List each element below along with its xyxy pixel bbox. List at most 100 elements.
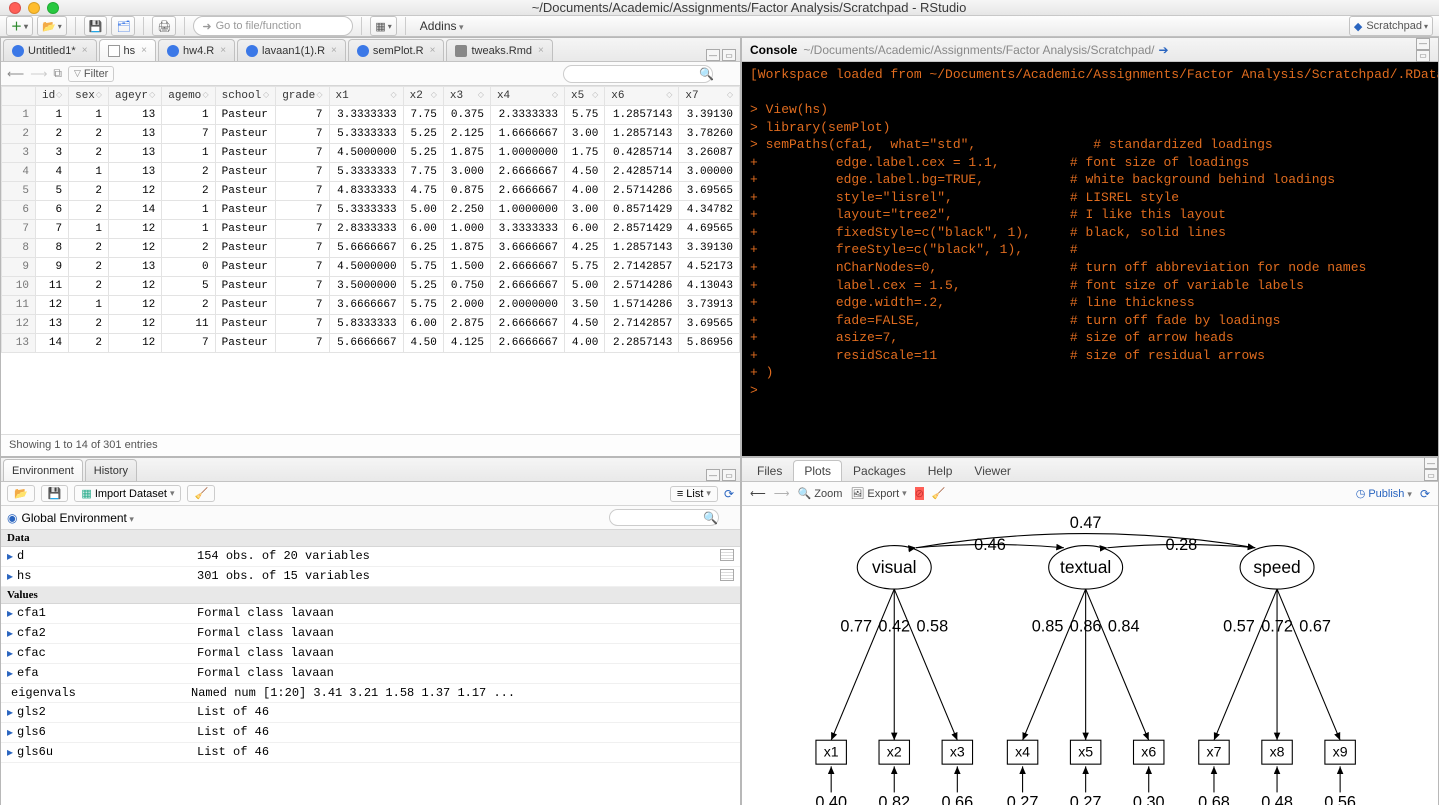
load-workspace-button[interactable]: 📂 xyxy=(7,485,35,502)
data-search-input[interactable] xyxy=(563,65,713,83)
grid-tool-button[interactable]: ▦ xyxy=(370,16,396,36)
column-header[interactable]: x4◇ xyxy=(490,87,564,106)
env-row[interactable]: ▸d154 obs. of 20 variables xyxy=(1,547,740,567)
table-row[interactable]: 121321211Pasteur75.83333336.002.8752.666… xyxy=(2,315,740,334)
expand-icon[interactable]: ▸ xyxy=(7,725,13,740)
table-row[interactable]: 771121Pasteur72.83333336.001.0003.333333… xyxy=(2,220,740,239)
minimize-viewer-button[interactable]: — xyxy=(1424,457,1438,469)
popup-icon[interactable]: ⧉ xyxy=(53,66,62,81)
expand-icon[interactable]: ▸ xyxy=(7,549,13,564)
view-data-icon[interactable] xyxy=(720,569,734,581)
minimize-window-button[interactable] xyxy=(28,2,40,14)
column-header[interactable]: sex◇ xyxy=(69,87,109,106)
env-row[interactable]: eigenvalsNamed num [1:20] 3.41 3.21 1.58… xyxy=(1,684,740,703)
source-tab[interactable]: Untitled1*× xyxy=(3,39,97,61)
new-file-button[interactable]: ＋ xyxy=(6,16,33,36)
maximize-pane-button[interactable]: ▭ xyxy=(722,49,736,61)
filter-button[interactable]: Filter xyxy=(68,66,114,82)
minimize-env-button[interactable]: — xyxy=(706,469,720,481)
expand-icon[interactable]: ▸ xyxy=(7,666,13,681)
tab-environment[interactable]: Environment xyxy=(3,459,83,481)
env-row[interactable]: ▸gls2List of 46 xyxy=(1,703,740,723)
forward-button[interactable]: ⟶ xyxy=(30,67,47,81)
table-row[interactable]: 13142127Pasteur75.66666674.504.1252.6666… xyxy=(2,334,740,353)
column-header[interactable]: x2◇ xyxy=(403,87,443,106)
env-row[interactable]: ▸gls6uList of 46 xyxy=(1,743,740,763)
maximize-env-button[interactable]: ▭ xyxy=(722,469,736,481)
save-workspace-button[interactable]: 💾 xyxy=(41,485,69,502)
env-scope-selector[interactable]: Global Environment xyxy=(21,511,133,525)
column-header[interactable]: x3◇ xyxy=(443,87,490,106)
close-tab-button[interactable]: × xyxy=(331,45,337,56)
table-row[interactable]: 992130Pasteur74.50000005.751.5002.666666… xyxy=(2,258,740,277)
save-all-button[interactable]: 🗂 xyxy=(111,16,135,36)
column-header[interactable]: school◇ xyxy=(215,87,276,106)
prev-plot-button[interactable]: ⟵ xyxy=(750,487,766,500)
remove-plot-button[interactable]: ⊘ xyxy=(915,487,924,500)
expand-icon[interactable]: ▸ xyxy=(7,606,13,621)
expand-icon[interactable]: ▸ xyxy=(7,569,13,584)
viewer-tab-packages[interactable]: Packages xyxy=(842,460,917,481)
zoom-button[interactable]: 🔍 Zoom xyxy=(798,487,843,500)
import-dataset-button[interactable]: ▦Import Dataset xyxy=(74,485,181,502)
source-tab[interactable]: semPlot.R× xyxy=(348,39,445,61)
expand-icon[interactable]: ▸ xyxy=(7,705,13,720)
env-row[interactable]: ▸cfacFormal class lavaan xyxy=(1,644,740,664)
table-row[interactable]: 11121122Pasteur73.66666675.752.0002.0000… xyxy=(2,296,740,315)
close-tab-button[interactable]: × xyxy=(538,45,544,56)
env-row[interactable]: ▸gls6List of 46 xyxy=(1,723,740,743)
column-header[interactable]: x6◇ xyxy=(605,87,679,106)
expand-icon[interactable]: ▸ xyxy=(7,626,13,641)
goto-file-input[interactable]: ➜Go to file/function xyxy=(193,16,353,36)
column-header[interactable]: id◇ xyxy=(36,87,69,106)
tab-history[interactable]: History xyxy=(85,459,137,481)
export-button[interactable]: 🖼 Export xyxy=(850,487,906,500)
open-file-button[interactable]: 📂 xyxy=(37,16,67,36)
table-row[interactable]: 222137Pasteur75.33333335.252.1251.666666… xyxy=(2,125,740,144)
table-row[interactable]: 111131Pasteur73.33333337.750.3752.333333… xyxy=(2,106,740,125)
clear-workspace-button[interactable]: 🧹 xyxy=(187,485,215,502)
close-tab-button[interactable]: × xyxy=(141,45,147,56)
close-window-button[interactable] xyxy=(9,2,21,14)
back-button[interactable]: ⟵ xyxy=(7,67,24,81)
console-go-icon[interactable]: ➔ xyxy=(1159,43,1169,57)
column-header[interactable]: ageyr◇ xyxy=(108,87,161,106)
save-button[interactable]: 💾 xyxy=(84,16,108,36)
table-row[interactable]: 552122Pasteur74.83333334.750.8752.666666… xyxy=(2,182,740,201)
column-header[interactable]: agemo◇ xyxy=(162,87,215,106)
next-plot-button[interactable]: ⟶ xyxy=(774,487,790,500)
expand-icon[interactable]: ▸ xyxy=(7,745,13,760)
publish-button[interactable]: ◷ Publish xyxy=(1356,487,1412,500)
viewer-tab-viewer[interactable]: Viewer xyxy=(963,460,1021,481)
print-button[interactable]: 🖨 xyxy=(152,16,176,36)
minimize-pane-button[interactable]: — xyxy=(706,49,720,61)
view-data-icon[interactable] xyxy=(720,549,734,561)
table-row[interactable]: 882122Pasteur75.66666676.251.8753.666666… xyxy=(2,239,740,258)
expand-icon[interactable]: ▸ xyxy=(7,646,13,661)
env-row[interactable]: ▸cfa1Formal class lavaan xyxy=(1,604,740,624)
source-tab[interactable]: tweaks.Rmd× xyxy=(446,39,552,61)
close-tab-button[interactable]: × xyxy=(430,45,436,56)
addins-menu[interactable]: Addins xyxy=(420,19,464,33)
zoom-window-button[interactable] xyxy=(47,2,59,14)
refresh-env-button[interactable]: ⟳ xyxy=(724,487,734,501)
table-row[interactable]: 441132Pasteur75.33333337.753.0002.666666… xyxy=(2,163,740,182)
minimize-console-button[interactable]: — xyxy=(1416,38,1430,50)
viewer-tab-plots[interactable]: Plots xyxy=(793,460,842,481)
data-table[interactable]: id◇sex◇ageyr◇agemo◇school◇grade◇x1◇x2◇x3… xyxy=(1,86,740,434)
env-display-mode[interactable]: ≡ List xyxy=(670,486,718,502)
table-row[interactable]: 332131Pasteur74.50000005.251.8751.000000… xyxy=(2,144,740,163)
console-output[interactable]: [Workspace loaded from ~/Documents/Acade… xyxy=(742,62,1438,456)
close-tab-button[interactable]: × xyxy=(220,45,226,56)
env-row[interactable]: ▸cfa2Formal class lavaan xyxy=(1,624,740,644)
project-menu[interactable]: ◆ Scratchpad xyxy=(1349,16,1433,36)
env-row[interactable]: ▸hs301 obs. of 15 variables xyxy=(1,567,740,587)
column-header[interactable]: grade◇ xyxy=(276,87,329,106)
maximize-viewer-button[interactable]: ▭ xyxy=(1424,469,1438,481)
column-header[interactable]: x1◇ xyxy=(329,87,403,106)
viewer-tab-help[interactable]: Help xyxy=(917,460,964,481)
env-row[interactable]: ▸efaFormal class lavaan xyxy=(1,664,740,684)
maximize-console-button[interactable]: ▭ xyxy=(1416,50,1430,62)
table-row[interactable]: 662141Pasteur75.33333335.002.2501.000000… xyxy=(2,201,740,220)
viewer-tab-files[interactable]: Files xyxy=(746,460,793,481)
